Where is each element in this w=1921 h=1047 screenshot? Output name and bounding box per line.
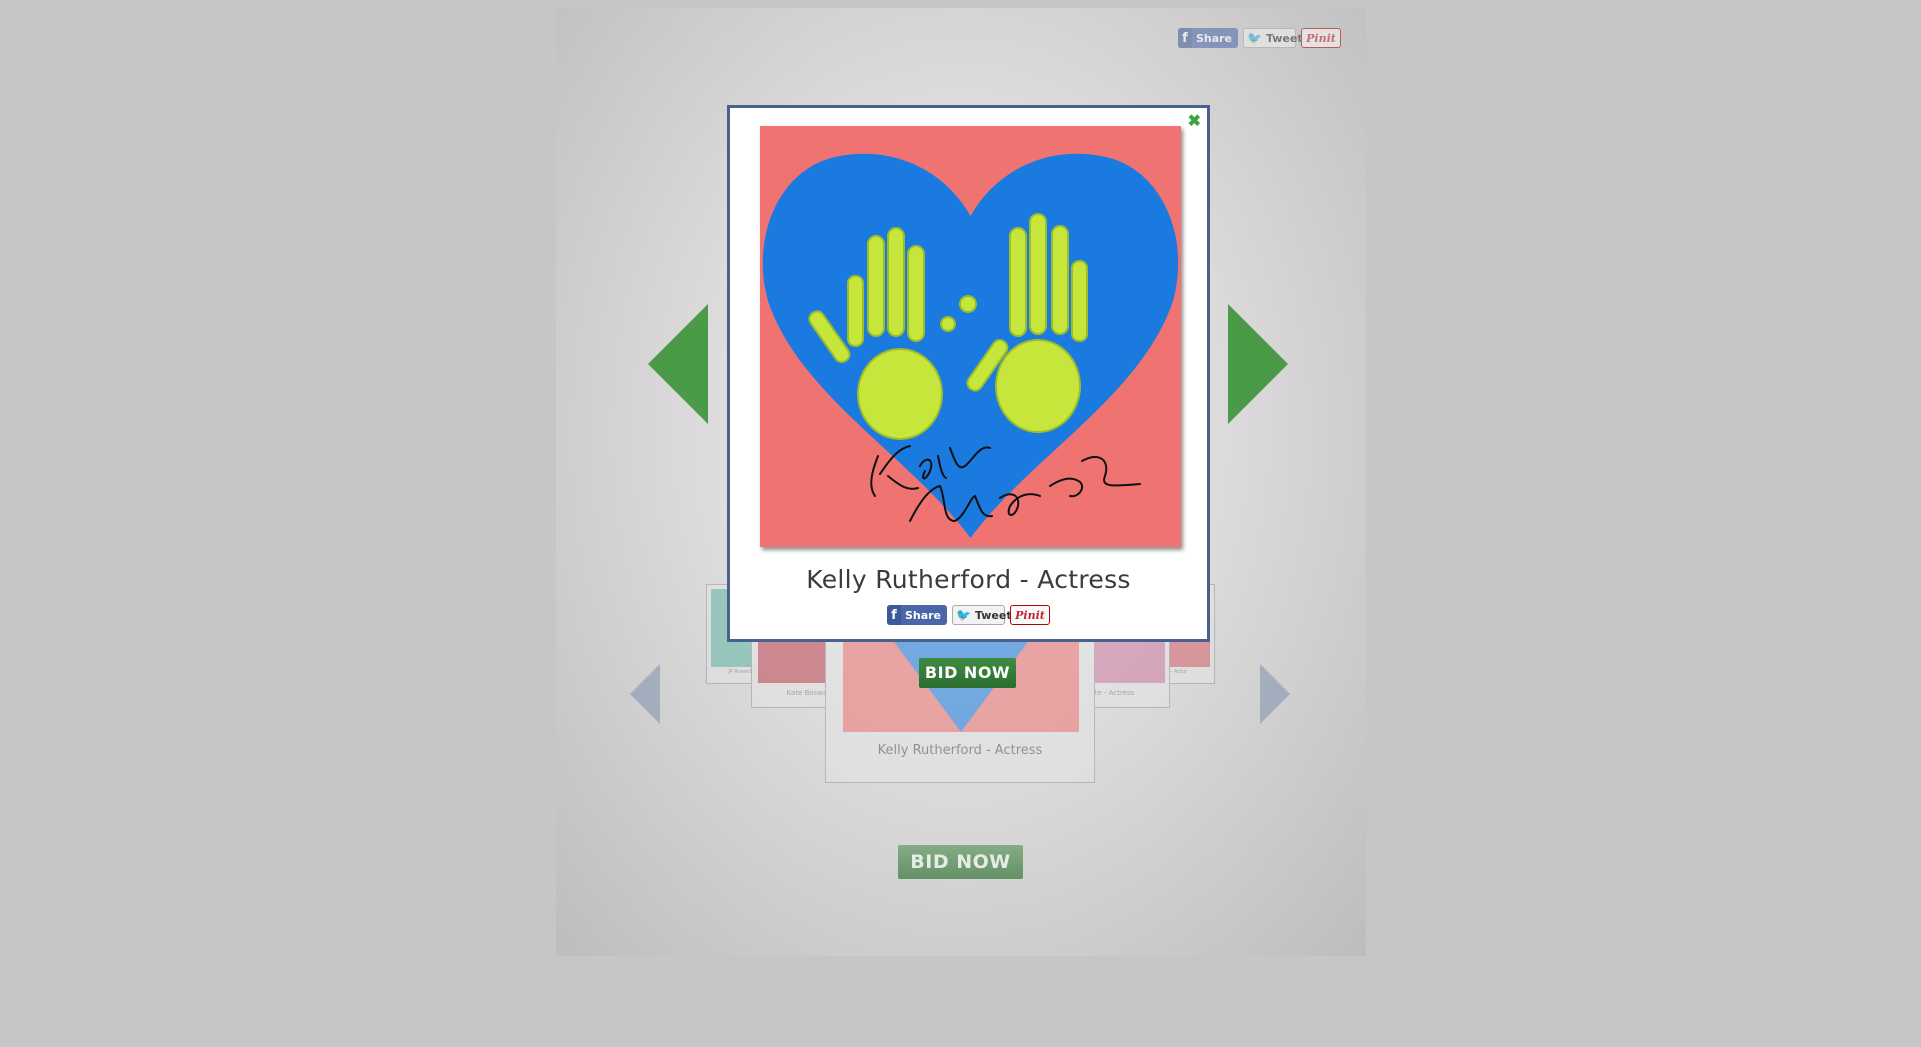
- artwork-title: Kelly Rutherford - Actress: [806, 565, 1131, 594]
- artwork-modal: ✖ Kelly Rutherford - Actress: [727, 105, 1210, 642]
- twitter-icon: 🐦: [1247, 31, 1262, 45]
- tweet-label: Tweet: [1265, 31, 1303, 45]
- carousel-next-arrow-icon[interactable]: [1260, 664, 1290, 724]
- previous-arrow-icon[interactable]: [648, 304, 708, 424]
- pinit-button[interactable]: Pinit: [1010, 605, 1050, 625]
- tweet-button[interactable]: 🐦 Tweet: [952, 605, 1012, 625]
- facebook-share-button[interactable]: f Share: [887, 605, 947, 625]
- twitter-icon: 🐦: [956, 608, 971, 622]
- share-label: Share: [1195, 31, 1232, 45]
- next-arrow-icon[interactable]: [1228, 304, 1288, 424]
- pinit-button[interactable]: Pinit: [1301, 28, 1341, 48]
- tweet-button[interactable]: 🐦 Tweet: [1243, 28, 1303, 48]
- tweet-label: Tweet: [974, 608, 1012, 622]
- share-label: Share: [904, 608, 941, 622]
- card-caption: Kelly Rutherford - Actress: [877, 743, 1043, 758]
- modal-social-bar: f Share 🐦 Tweet Pinit: [887, 605, 1050, 625]
- carousel-prev-arrow-icon[interactable]: [630, 664, 660, 724]
- bid-now-main-button[interactable]: BID NOW: [898, 845, 1023, 879]
- heart-handprints-artwork: [760, 126, 1181, 547]
- facebook-share-button[interactable]: f Share: [1178, 28, 1238, 48]
- close-icon[interactable]: ✖: [1188, 114, 1201, 130]
- artwork-image: [760, 126, 1181, 547]
- top-social-bar: f Share 🐦 Tweet Pinit: [1178, 28, 1341, 48]
- pinit-label: Pinit: [1015, 608, 1045, 622]
- bid-now-button[interactable]: BID NOW: [919, 658, 1016, 688]
- facebook-icon: f: [1178, 28, 1192, 48]
- carousel-card-active[interactable]: Kelly Rutherford - Actress: [825, 620, 1095, 783]
- facebook-icon: f: [887, 605, 901, 625]
- pinit-label: Pinit: [1306, 31, 1336, 45]
